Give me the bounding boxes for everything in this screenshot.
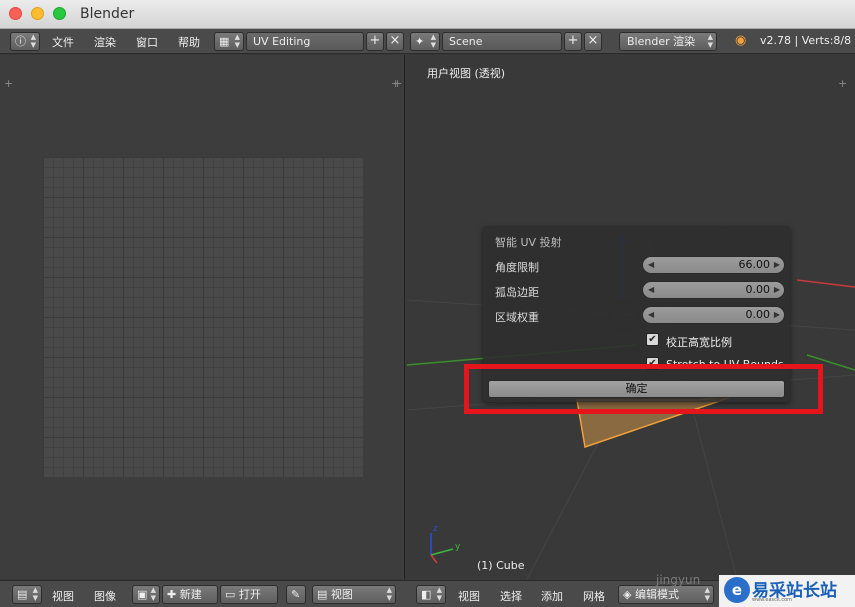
- region-toggle-icon[interactable]: +: [393, 77, 402, 90]
- pin-icon: ✎: [291, 588, 301, 601]
- new-image-label: 新建: [179, 588, 202, 601]
- check-icon: ✔: [648, 334, 657, 345]
- svg-text:y: y: [455, 542, 461, 552]
- delete-screen-button[interactable]: ×: [386, 32, 404, 51]
- uv-editor[interactable]: + +: [0, 55, 405, 579]
- open-image-label: 打开: [238, 588, 261, 601]
- angle-limit-value: 66.00: [738, 258, 771, 271]
- image-browse-button[interactable]: ▣ ▲ ▼: [132, 585, 160, 604]
- plus-icon: ✚: [167, 588, 180, 601]
- scene-icon: ✦: [415, 35, 425, 48]
- close-window-button[interactable]: [9, 7, 22, 20]
- render-engine-dropdown[interactable]: Blender 渲染 ▲ ▼: [619, 32, 717, 51]
- chevron-updown-icon: ▲ ▼: [150, 586, 156, 602]
- correct-aspect-checkbox[interactable]: ✔: [646, 333, 659, 346]
- chevron-left-icon[interactable]: ◀: [648, 257, 654, 273]
- editor-type-button[interactable]: ⓘ ▲ ▼: [10, 32, 40, 51]
- close-icon: ×: [587, 33, 599, 48]
- menu-help[interactable]: 帮助: [178, 34, 200, 50]
- pin-button[interactable]: ✎: [286, 585, 306, 604]
- chevron-right-icon[interactable]: ▶: [774, 257, 780, 273]
- scene-field[interactable]: Scene: [442, 32, 562, 51]
- correct-aspect-label: 校正高宽比例: [666, 336, 732, 349]
- chevron-updown-icon: ▲ ▼: [707, 33, 713, 49]
- chevron-right-icon[interactable]: ▶: [774, 307, 780, 323]
- new-image-button[interactable]: ✚ 新建: [162, 585, 218, 604]
- uv-view-label: 视图: [330, 588, 353, 601]
- open-image-button[interactable]: ▭ 打开: [220, 585, 278, 604]
- island-margin-value: 0.00: [745, 283, 771, 296]
- uv-image-grid[interactable]: [43, 157, 363, 477]
- window-titlebar: Blender: [0, 0, 855, 29]
- uv-editor-type-button[interactable]: ▤ ▲ ▼: [12, 585, 42, 604]
- mode-dropdown[interactable]: ◈ 编辑模式 ▲ ▼: [618, 585, 714, 604]
- 3d-menu-view[interactable]: 视图: [458, 588, 480, 604]
- zoom-window-button[interactable]: [53, 7, 66, 20]
- chevron-updown-icon: ▲ ▼: [234, 33, 240, 49]
- area-weight-value: 0.00: [745, 308, 771, 321]
- menu-file[interactable]: 文件: [52, 34, 74, 50]
- area-weight-label: 区域权重: [495, 311, 539, 324]
- region-toggle-icon[interactable]: +: [4, 77, 13, 90]
- chevron-updown-icon: ▲ ▼: [430, 33, 436, 49]
- island-margin-slider[interactable]: ◀ 0.00 ▶: [642, 281, 785, 299]
- active-object-label: (1) Cube: [477, 559, 525, 572]
- site-watermark: e 易采站长站 www.easck.com: [719, 575, 855, 607]
- chevron-updown-icon: ▲ ▼: [436, 586, 442, 602]
- angle-limit-slider[interactable]: ◀ 66.00 ▶: [642, 256, 785, 274]
- view-icon: ▤: [317, 588, 331, 601]
- panel-title: 智能 UV 投射: [495, 236, 562, 249]
- uv-menu-view[interactable]: 视图: [52, 588, 74, 604]
- chevron-right-icon[interactable]: ▶: [774, 282, 780, 298]
- angle-limit-label: 角度限制: [495, 261, 539, 274]
- cube-icon: ◧: [421, 588, 432, 601]
- add-screen-button[interactable]: +: [366, 32, 384, 51]
- minimize-window-button[interactable]: [31, 7, 44, 20]
- 3d-editor-type-button[interactable]: ◧ ▲ ▼: [416, 585, 446, 604]
- delete-scene-button[interactable]: ×: [584, 32, 602, 51]
- version-stats: v2.78 | Verts:8/8 |: [760, 34, 855, 47]
- info-icon: ⓘ: [15, 35, 26, 48]
- mode-label: 编辑模式: [634, 588, 679, 601]
- chevron-updown-icon: ▲ ▼: [704, 586, 710, 602]
- blender-logo-icon: ◉: [735, 33, 747, 48]
- chevron-updown-icon: ▲ ▼: [32, 586, 38, 602]
- area-weight-slider[interactable]: ◀ 0.00 ▶: [642, 306, 785, 324]
- site-url: www.easck.com: [752, 597, 793, 603]
- highlight-box: [464, 364, 823, 414]
- render-engine-label: Blender 渲染: [627, 35, 696, 48]
- chevron-left-icon[interactable]: ◀: [648, 307, 654, 323]
- chevron-updown-icon: ▲ ▼: [386, 586, 392, 602]
- info-header: ⓘ ▲ ▼ 文件 渲染 窗口 帮助 ▦ ▲ ▼ UV Editing + × ✦ ▲ ▼ S…: [0, 29, 855, 54]
- island-margin-label: 孤岛边距: [495, 286, 539, 299]
- close-icon: ×: [389, 33, 401, 48]
- plus-icon: +: [567, 33, 579, 48]
- plus-icon: +: [369, 33, 381, 48]
- uv-menu-image[interactable]: 图像: [94, 588, 116, 604]
- svg-text:z: z: [433, 524, 438, 534]
- screen-layout-field[interactable]: UV Editing: [246, 32, 364, 51]
- chevron-left-icon[interactable]: ◀: [648, 282, 654, 298]
- window-title: Blender: [80, 6, 135, 22]
- site-logo-icon: e: [724, 577, 750, 603]
- screen-layout-browse-button[interactable]: ▦ ▲ ▼: [214, 32, 244, 51]
- layout-grid-icon: ▦: [219, 35, 230, 48]
- watermark-faint-text: jingyun: [656, 573, 701, 587]
- 3d-menu-select[interactable]: 选择: [500, 588, 522, 604]
- image-icon: ▣: [137, 588, 148, 601]
- menu-render[interactable]: 渲染: [94, 34, 116, 50]
- edit-mode-icon: ◈: [623, 588, 635, 601]
- folder-icon: ▭: [225, 588, 239, 601]
- scene-browse-button[interactable]: ✦ ▲ ▼: [410, 32, 440, 51]
- image-editor-icon: ▤: [17, 588, 28, 601]
- add-scene-button[interactable]: +: [564, 32, 582, 51]
- 3d-menu-add[interactable]: 添加: [541, 588, 563, 604]
- menu-window[interactable]: 窗口: [136, 34, 158, 50]
- chevron-updown-icon: ▲ ▼: [30, 33, 36, 49]
- uv-view-dropdown[interactable]: ▤ 视图 ▲ ▼: [312, 585, 396, 604]
- 3d-menu-mesh[interactable]: 网格: [583, 588, 605, 604]
